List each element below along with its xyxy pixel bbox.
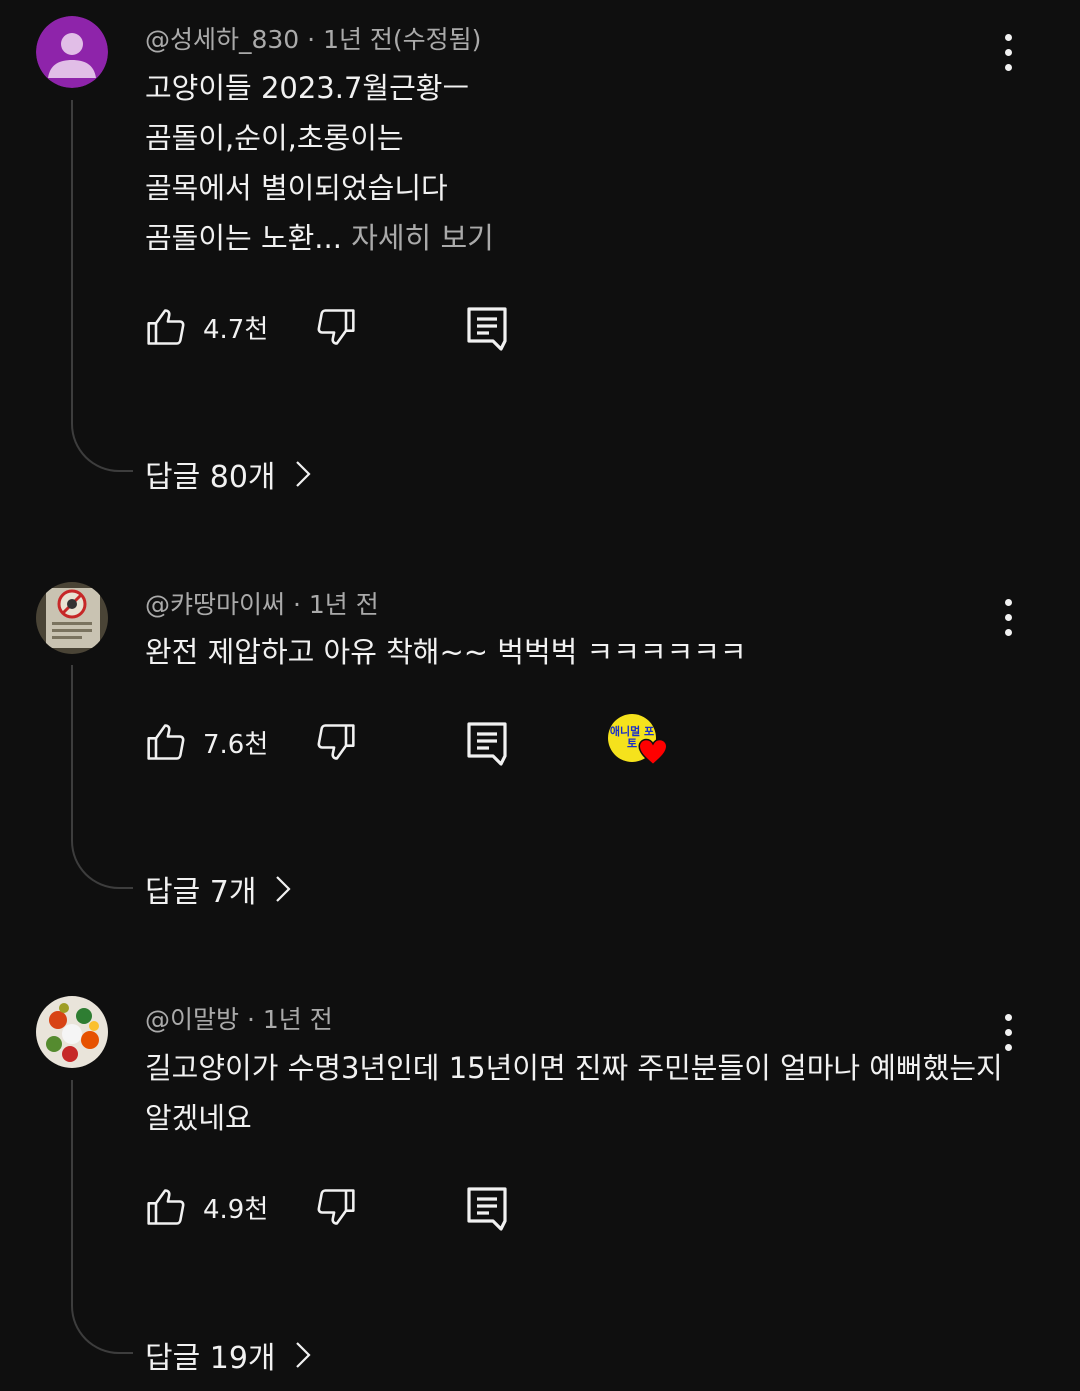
comment-line: 골목에서 별이되었습니다 xyxy=(145,171,448,205)
comment-meta: @이말방 · 1년 전 xyxy=(145,1005,333,1034)
dislike-button[interactable] xyxy=(313,720,357,764)
creator-heart-icon xyxy=(638,738,668,766)
reply-button[interactable] xyxy=(465,720,509,768)
reply-comment-icon xyxy=(467,307,507,351)
more-vert-icon xyxy=(1004,33,1012,41)
dislike-button[interactable] xyxy=(313,1185,357,1229)
like-count: 7.6천 xyxy=(203,729,269,760)
dislike-button[interactable] xyxy=(313,305,357,349)
comment-time: 1년 전 xyxy=(308,590,379,619)
comment-meta: @성세하_830 · 1년 전(수정됨) xyxy=(145,25,482,54)
author-name[interactable]: @캬땅마이써 xyxy=(145,590,285,619)
chevron-right-icon xyxy=(295,461,311,487)
avatar[interactable] xyxy=(36,996,108,1068)
avatar[interactable] xyxy=(36,582,108,654)
author-name[interactable]: @성세하_830 xyxy=(145,25,299,54)
author-name[interactable]: @이말방 xyxy=(145,1005,239,1034)
chevron-right-icon xyxy=(276,876,291,902)
chevron-right-icon xyxy=(295,1342,311,1368)
thumb-up-icon xyxy=(147,1189,185,1225)
like-count: 4.7천 xyxy=(203,314,269,345)
avatar[interactable] xyxy=(36,16,108,88)
default-avatar-icon xyxy=(36,16,108,88)
comment-line: 길고양이가 수명3년인데 15년이면 진짜 주민분들이 얼마나 예뻐했는지 xyxy=(145,1051,1003,1085)
comment-text: 길고양이가 수명3년인데 15년이면 진짜 주민분들이 얼마나 예뻐했는지 알겠… xyxy=(145,1043,1003,1143)
comment-time: 1년 전 xyxy=(262,1005,333,1034)
replies-count: 답글 80개 xyxy=(145,460,276,495)
reply-button[interactable] xyxy=(465,305,509,353)
more-vert-icon xyxy=(1004,598,1012,606)
creator-heart: 애니멀 포토 xyxy=(608,714,672,770)
like-button[interactable]: 4.7천 xyxy=(145,305,268,349)
thumb-down-icon xyxy=(317,1189,355,1225)
more-vert-icon xyxy=(1004,1013,1012,1021)
more-options-button[interactable] xyxy=(990,1007,1026,1057)
photo-avatar-icon xyxy=(36,996,108,1068)
view-replies-button[interactable]: 답글 80개 xyxy=(145,452,312,496)
thumb-down-icon xyxy=(317,724,355,760)
like-count: 4.9천 xyxy=(203,1194,269,1225)
comment-line: 곰돌이,순이,초롱이는 xyxy=(145,121,404,155)
like-button[interactable]: 4.9천 xyxy=(145,1185,268,1229)
comment-text: 완전 제압하고 아유 착해~~ 벅벅벅 ㅋㅋㅋㅋㅋㅋ xyxy=(145,627,995,677)
thumb-up-icon xyxy=(147,724,185,760)
reply-comment-icon xyxy=(467,1187,507,1231)
comment-line: 완전 제압하고 아유 착해~~ 벅벅벅 ㅋㅋㅋㅋㅋㅋ xyxy=(145,635,747,669)
thread-line xyxy=(71,1080,133,1354)
more-options-button[interactable] xyxy=(990,592,1026,642)
comment-line: 알겠네요 xyxy=(145,1101,252,1135)
thread-line xyxy=(71,665,133,889)
thread-line xyxy=(71,100,133,472)
comment-meta: @캬땅마이써 · 1년 전 xyxy=(145,590,379,619)
thumb-down-icon xyxy=(317,309,355,345)
more-options-button[interactable] xyxy=(990,27,1026,77)
like-button[interactable]: 7.6천 xyxy=(145,720,268,764)
replies-count: 답글 19개 xyxy=(145,1341,276,1376)
view-replies-button[interactable]: 답글 19개 xyxy=(145,1333,312,1377)
replies-count: 답글 7개 xyxy=(145,875,257,910)
comment-line: 곰돌이는 노환... xyxy=(145,221,342,255)
read-more-link[interactable]: 자세히 보기 xyxy=(351,221,494,255)
comment-text: 고양이들 2023.7월근황ㅡ 곰돌이,순이,초롱이는 골목에서 별이되었습니다… xyxy=(145,63,995,263)
reply-button[interactable] xyxy=(465,1185,509,1233)
reply-comment-icon xyxy=(467,722,507,766)
comment-line: 고양이들 2023.7월근황ㅡ xyxy=(145,71,470,105)
comment-time: 1년 전(수정됨) xyxy=(323,25,482,54)
thumb-up-icon xyxy=(147,309,185,345)
view-replies-button[interactable]: 답글 7개 xyxy=(145,867,292,911)
photo-avatar-icon xyxy=(36,582,108,654)
